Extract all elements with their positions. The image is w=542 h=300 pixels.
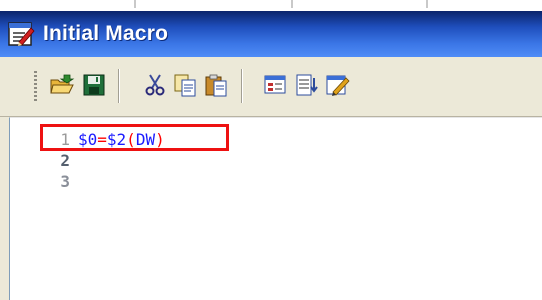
toolbar-separator [118, 69, 120, 103]
paste-icon [205, 74, 227, 97]
window-title: Initial Macro [43, 22, 169, 45]
open-folder-icon [50, 74, 75, 94]
floppy-disk-icon [83, 74, 105, 96]
open-button[interactable] [47, 70, 77, 100]
copy-button[interactable] [170, 70, 200, 100]
edit-check-icon [326, 75, 350, 96]
toolbar-grip[interactable] [34, 71, 37, 101]
check-button[interactable] [322, 70, 352, 100]
code-line[interactable]: 3 [10, 172, 542, 192]
line-number: 2 [60, 151, 70, 170]
toolbar-separator [241, 69, 243, 103]
strip-divider [134, 0, 136, 8]
cut-button[interactable] [140, 70, 170, 100]
strip-divider [426, 0, 428, 8]
code-line[interactable]: 2 [10, 151, 542, 171]
command-list-icon [264, 75, 286, 94]
save-button[interactable] [79, 70, 109, 100]
insert-line-icon [296, 74, 318, 96]
toolbar [0, 57, 542, 117]
window-left-edge [0, 117, 9, 300]
macro-edit-icon [8, 22, 35, 46]
copy-icon [174, 74, 196, 97]
highlight-box [40, 124, 229, 151]
background-window-strip [0, 0, 542, 11]
paste-button[interactable] [201, 70, 231, 100]
scissors-icon [145, 74, 165, 96]
title-bar[interactable]: Initial Macro [0, 11, 542, 57]
command-list-button[interactable] [260, 70, 290, 100]
strip-divider [291, 0, 293, 8]
line-number: 3 [60, 172, 70, 191]
insert-line-button[interactable] [292, 70, 322, 100]
